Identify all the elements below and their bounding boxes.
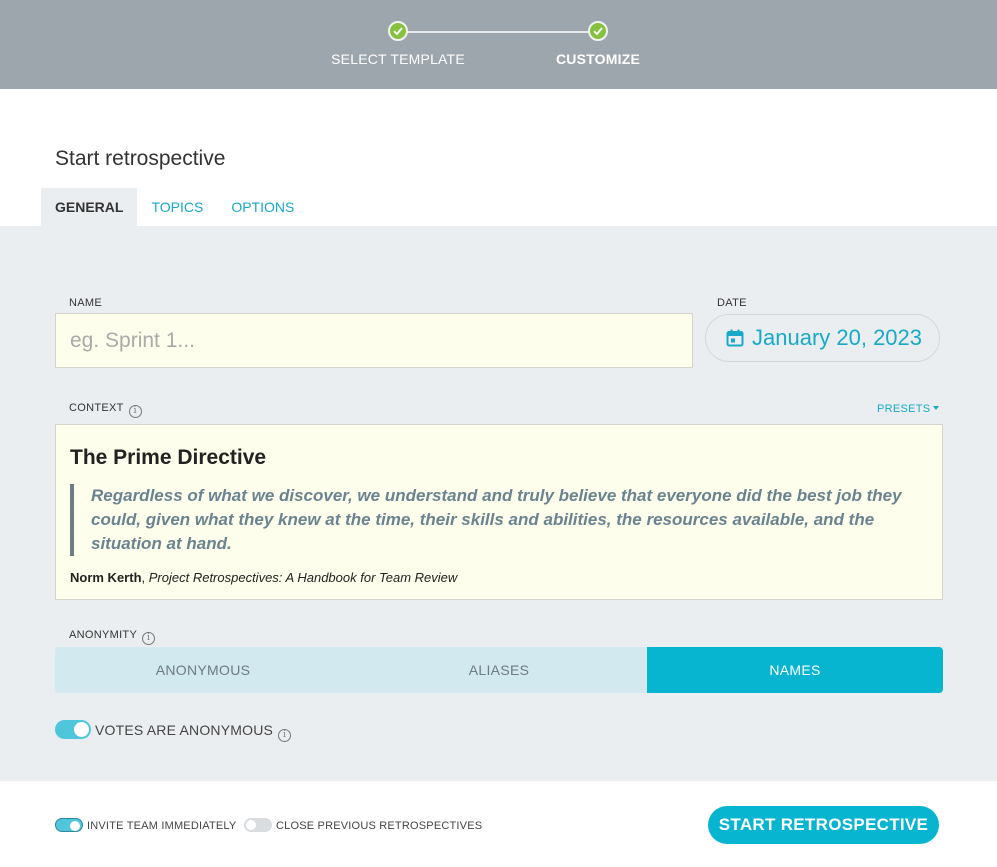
tab-bar: GENERAL TOPICS OPTIONS — [41, 188, 308, 226]
anonymity-option-aliases[interactable]: ALIASES — [351, 647, 647, 693]
toggle-knob — [74, 722, 89, 737]
tab-topics[interactable]: TOPICS — [137, 188, 217, 226]
toggle-knob — [246, 820, 256, 830]
step-label-customize: CUSTOMIZE — [556, 51, 640, 67]
context-label: CONTEXT i — [69, 402, 142, 418]
context-quote: Regardless of what we discover, we under… — [70, 484, 928, 556]
stepper-connector — [398, 31, 598, 33]
anonymity-option-anonymous[interactable]: ANONYMOUS — [55, 647, 351, 693]
presets-dropdown[interactable]: PRESETS — [877, 403, 940, 415]
page-title: Start retrospective — [55, 147, 226, 170]
anonymity-label: ANONYMITY i — [69, 629, 156, 645]
invite-team-label: INVITE TEAM IMMEDIATELY — [87, 820, 237, 832]
citation-book: Project Retrospectives: A Handbook for T… — [148, 570, 458, 585]
toggle-knob — [70, 821, 80, 831]
name-input[interactable] — [55, 313, 693, 368]
step-complete-check-icon — [588, 21, 608, 41]
info-icon[interactable]: i — [278, 729, 292, 742]
invite-team-toggle[interactable] — [55, 818, 83, 832]
citation-separator: , — [141, 570, 149, 585]
citation-author: Norm Kerth — [70, 570, 142, 585]
date-picker-button[interactable]: January 20, 2023 — [705, 314, 940, 362]
anonymity-option-names[interactable]: NAMES — [647, 647, 943, 693]
wizard-stepper: SELECT TEMPLATE CUSTOMIZE — [0, 0, 997, 89]
info-icon[interactable]: i — [142, 632, 156, 645]
votes-anonymous-label: VOTES ARE ANONYMOUS i — [95, 722, 292, 742]
date-value: January 20, 2023 — [752, 325, 923, 350]
tab-general[interactable]: GENERAL — [41, 188, 138, 226]
close-previous-toggle[interactable] — [244, 818, 272, 832]
context-heading: The Prime Directive — [70, 446, 267, 469]
context-label-text: CONTEXT — [69, 402, 124, 414]
presets-label: PRESETS — [877, 403, 931, 415]
context-editor[interactable]: The Prime Directive Regardless of what w… — [55, 424, 943, 600]
tab-options[interactable]: OPTIONS — [217, 188, 308, 226]
step-complete-check-icon — [388, 21, 408, 41]
step-label-select-template[interactable]: SELECT TEMPLATE — [298, 51, 498, 67]
info-icon[interactable]: i — [128, 405, 142, 418]
anonymity-label-text: ANONYMITY — [69, 629, 138, 641]
context-citation: Norm Kerth, Project Retrospectives: A Ha… — [70, 570, 928, 585]
anonymity-selector: ANONYMOUS ALIASES NAMES — [55, 647, 943, 693]
votes-anonymous-toggle[interactable] — [55, 720, 91, 739]
votes-anonymous-text: VOTES ARE ANONYMOUS — [95, 722, 274, 738]
date-label: DATE — [717, 297, 747, 309]
start-retrospective-button[interactable]: START RETROSPECTIVE — [708, 806, 939, 844]
name-label: NAME — [69, 297, 102, 309]
calendar-icon — [726, 329, 744, 347]
caret-down-icon — [933, 406, 940, 410]
close-previous-label: CLOSE PREVIOUS RETROSPECTIVES — [276, 820, 483, 832]
